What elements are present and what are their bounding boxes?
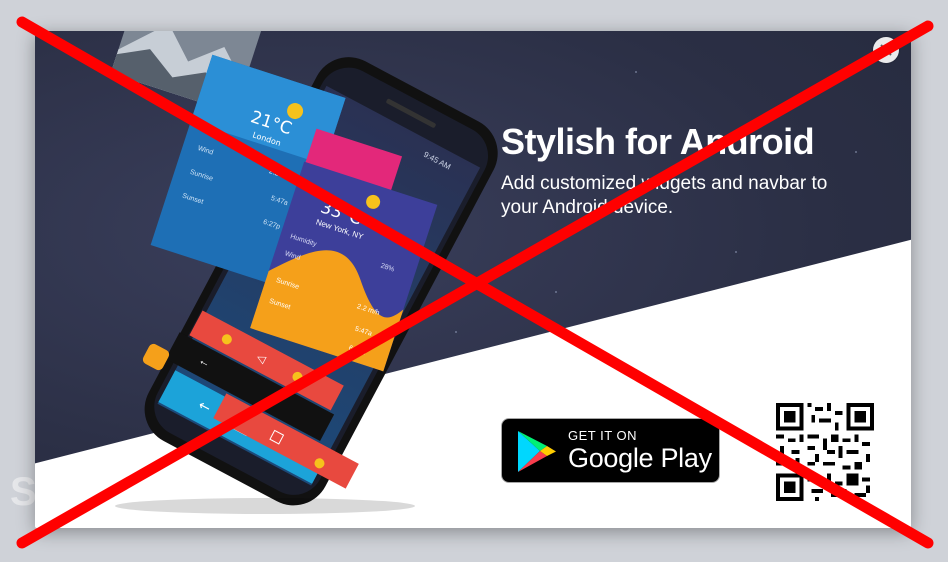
qr-code-icon [776, 403, 874, 501]
modal-subtitle: Add customized widgets and navbar to you… [501, 173, 828, 218]
promo-modal: ← ⇄ 9:45 AM 21°C London Wind 2.2 m/h Sun… [35, 31, 911, 528]
google-play-button[interactable]: GET IT ON Google Play [501, 418, 720, 483]
close-icon [880, 44, 892, 56]
close-button[interactable] [873, 37, 899, 63]
badge-small-text: GET IT ON [568, 428, 638, 443]
modal-title: Stylish for Android [501, 121, 815, 162]
badge-big-text: Google Play [568, 443, 712, 473]
google-play-logo-icon [518, 431, 556, 472]
phone-illustration: ← ⇄ 9:45 AM 21°C London Wind 2.2 m/h Sun… [110, 31, 498, 514]
backdrop-text: S [10, 470, 37, 514]
